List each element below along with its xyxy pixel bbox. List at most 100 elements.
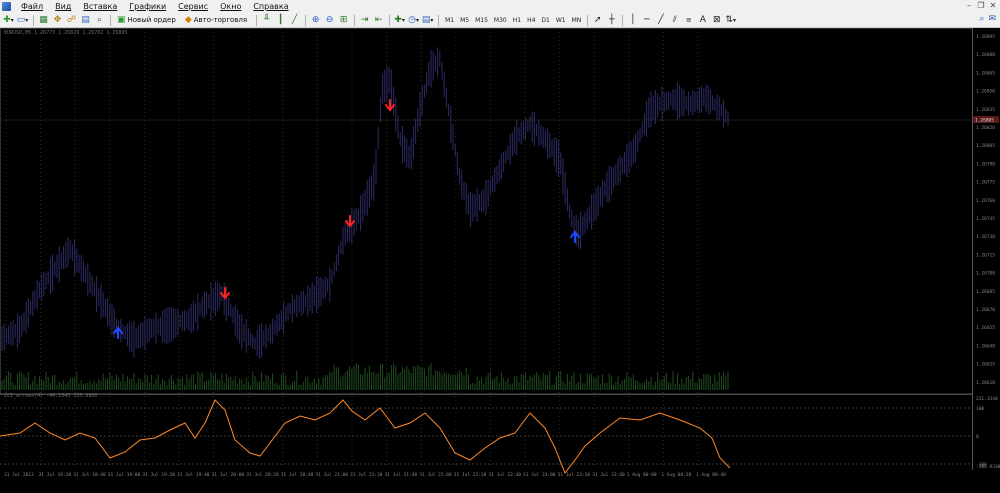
autoscroll-icon: ⇥ (360, 14, 369, 25)
data-window-button[interactable]: ✥ (51, 14, 64, 27)
cci-level-label: 100 (976, 406, 984, 412)
timeframe-m30[interactable]: M30 (491, 15, 510, 26)
new-chart-button[interactable]: ✚ ▾ (2, 14, 15, 27)
vertical-line-button[interactable]: │ (626, 14, 639, 27)
chart-window[interactable]: 1.26895 1.26880 1.26865 1.26850 1.26835 1.268… (0, 28, 1000, 493)
time-label: 31 Jul 19:40 (177, 472, 210, 478)
terminal-button[interactable]: ▤ (79, 14, 92, 27)
zoom-in-button[interactable]: ⊕ (309, 14, 322, 27)
new-order-button[interactable]: ▣ Новый ордер (114, 14, 179, 27)
auto-trading-button[interactable]: ◆ Авто-торговля (182, 14, 250, 27)
restore-icon[interactable]: ❐ (976, 1, 986, 11)
price-label: 1.26730 (976, 234, 995, 240)
time-label: 31 Jul 2013 (4, 472, 34, 478)
price-label: 1.26835 (976, 107, 995, 113)
menu-view[interactable]: Вид (49, 0, 77, 13)
price-label: 1.26880 (976, 52, 995, 58)
menu-charts[interactable]: Графики (123, 0, 172, 13)
market-watch-button[interactable]: ▦ (37, 14, 50, 27)
horizontal-line-button[interactable]: ─ (640, 14, 653, 27)
candle-chart-button[interactable]: ┃ (274, 14, 287, 27)
trendline-button[interactable]: ╱ (654, 14, 667, 27)
timeframe-m1[interactable]: M1 (442, 15, 457, 26)
price-label: 1.26655 (976, 325, 995, 331)
time-label: 1 Aug 00:40 (696, 472, 726, 478)
fibonacci-icon: ≡ (685, 15, 692, 24)
auto-trading-icon: ◆ (184, 15, 192, 25)
time-label: 31 Jul 18:40 (73, 472, 106, 478)
timeframe-d1[interactable]: D1 (538, 15, 552, 26)
candlestick-icon: ┃ (277, 14, 284, 25)
time-label: 31 Jul 22:20 (454, 472, 487, 478)
time-label: 31 Jul 23:20 (558, 472, 591, 478)
periods-button[interactable]: ◷ ▾ (407, 14, 420, 27)
bar-chart-button[interactable]: ╨ (260, 14, 273, 27)
timeframe-h4[interactable]: H4 (524, 15, 538, 26)
label-button[interactable]: ⊠ (710, 14, 723, 27)
search-icon[interactable]: ⌕ (979, 14, 984, 24)
cursor-icon: ➚ (594, 14, 602, 25)
chat-icon[interactable]: ✉ (988, 14, 996, 24)
time-label: 31 Jul 23:40 (592, 472, 625, 478)
current-price-value: 1.26805 (975, 118, 994, 124)
menu-insert[interactable]: Вставка (77, 0, 123, 13)
cci-level-label: 231.3340 (976, 396, 998, 402)
indicators-icon: ✚ (394, 14, 402, 25)
strategy-tester-button[interactable]: ⌕ (93, 14, 106, 27)
label-tool-icon: ⊠ (713, 14, 721, 25)
time-label: 31 Jul 19:00 (108, 472, 141, 478)
cci-level-label: -206.9330 (976, 464, 1000, 470)
chart-info-line: EURUSD,M5 1.26773 1.26829 1.26762 1.2680… (4, 30, 128, 36)
horizontal-line-icon: ─ (644, 14, 650, 25)
line-chart-button[interactable]: ╱ (288, 14, 301, 27)
fibonacci-button[interactable]: ≡ (682, 14, 695, 27)
timeframe-m15[interactable]: M15 (472, 15, 491, 26)
menu-help[interactable]: Справка (247, 0, 294, 13)
menu-tools[interactable]: Сервис (172, 0, 214, 13)
text-button[interactable]: A (696, 14, 709, 27)
autoscroll-button[interactable]: ⇥ (358, 14, 371, 27)
zoom-out-button[interactable]: ⊖ (323, 14, 336, 27)
timeframe-mn[interactable]: MN (569, 15, 585, 26)
templates-button[interactable]: ▤ ▾ (421, 14, 434, 27)
arrows-button[interactable]: ⇅ ▾ (724, 14, 737, 27)
bar-chart-icon: ╨ (263, 14, 270, 25)
timeframe-m5[interactable]: M5 (457, 15, 472, 26)
menu-window[interactable]: Окно (214, 0, 247, 13)
timeframe-w1[interactable]: W1 (553, 15, 569, 26)
chart-shift-icon: ⇤ (374, 14, 383, 25)
price-label: 1.26820 (976, 125, 995, 131)
price-label: 1.26685 (976, 289, 995, 295)
price-label: 1.26805 (976, 143, 995, 149)
crosshair-button[interactable]: ┼ (605, 14, 618, 27)
time-label: 31 Jul 20:20 (246, 472, 279, 478)
navigator-button[interactable]: ☍ (65, 14, 78, 27)
menu-file[interactable]: Файл (15, 0, 49, 13)
price-label: 1.26850 (976, 89, 995, 95)
time-label: 31 Jul 18:20 (39, 472, 72, 478)
price-chart[interactable]: 1.26895 1.26880 1.26865 1.26850 1.26835 1.268… (0, 28, 1000, 493)
indicators-button[interactable]: ✚ ▾ (393, 14, 406, 27)
close-icon[interactable]: ✕ (988, 1, 998, 11)
window-controls: – ❐ ✕ (964, 1, 998, 11)
zoom-out-icon: ⊖ (325, 14, 334, 25)
time-label: 31 Jul 21:00 (315, 472, 348, 478)
auto-trading-label: Авто-торговля (193, 16, 248, 24)
cursor-button[interactable]: ➚ (591, 14, 604, 27)
price-label: 1.26895 (976, 34, 995, 40)
chart-shift-button[interactable]: ⇤ (372, 14, 385, 27)
cci-level-label: 0 (976, 434, 979, 440)
tile-windows-button[interactable]: ⊞ (337, 14, 350, 27)
channel-button[interactable]: ⫽ (668, 14, 681, 27)
menu-bar: Файл Вид Вставка Графики Сервис Окно Спр… (0, 0, 1000, 13)
time-label: 31 Jul 23:00 (523, 472, 556, 478)
profiles-icon: ▭ (16, 14, 26, 25)
time-label: 31 Jul 22:40 (488, 472, 521, 478)
minimize-icon[interactable]: – (964, 1, 974, 11)
arrows-icon: ⇅ (725, 14, 734, 25)
vertical-line-icon: │ (630, 14, 636, 25)
timeframe-h1[interactable]: H1 (510, 15, 524, 26)
tester-icon: ⌕ (96, 14, 103, 25)
zoom-in-icon: ⊕ (311, 14, 320, 25)
profiles-button[interactable]: ▭ ▾ (16, 14, 29, 27)
